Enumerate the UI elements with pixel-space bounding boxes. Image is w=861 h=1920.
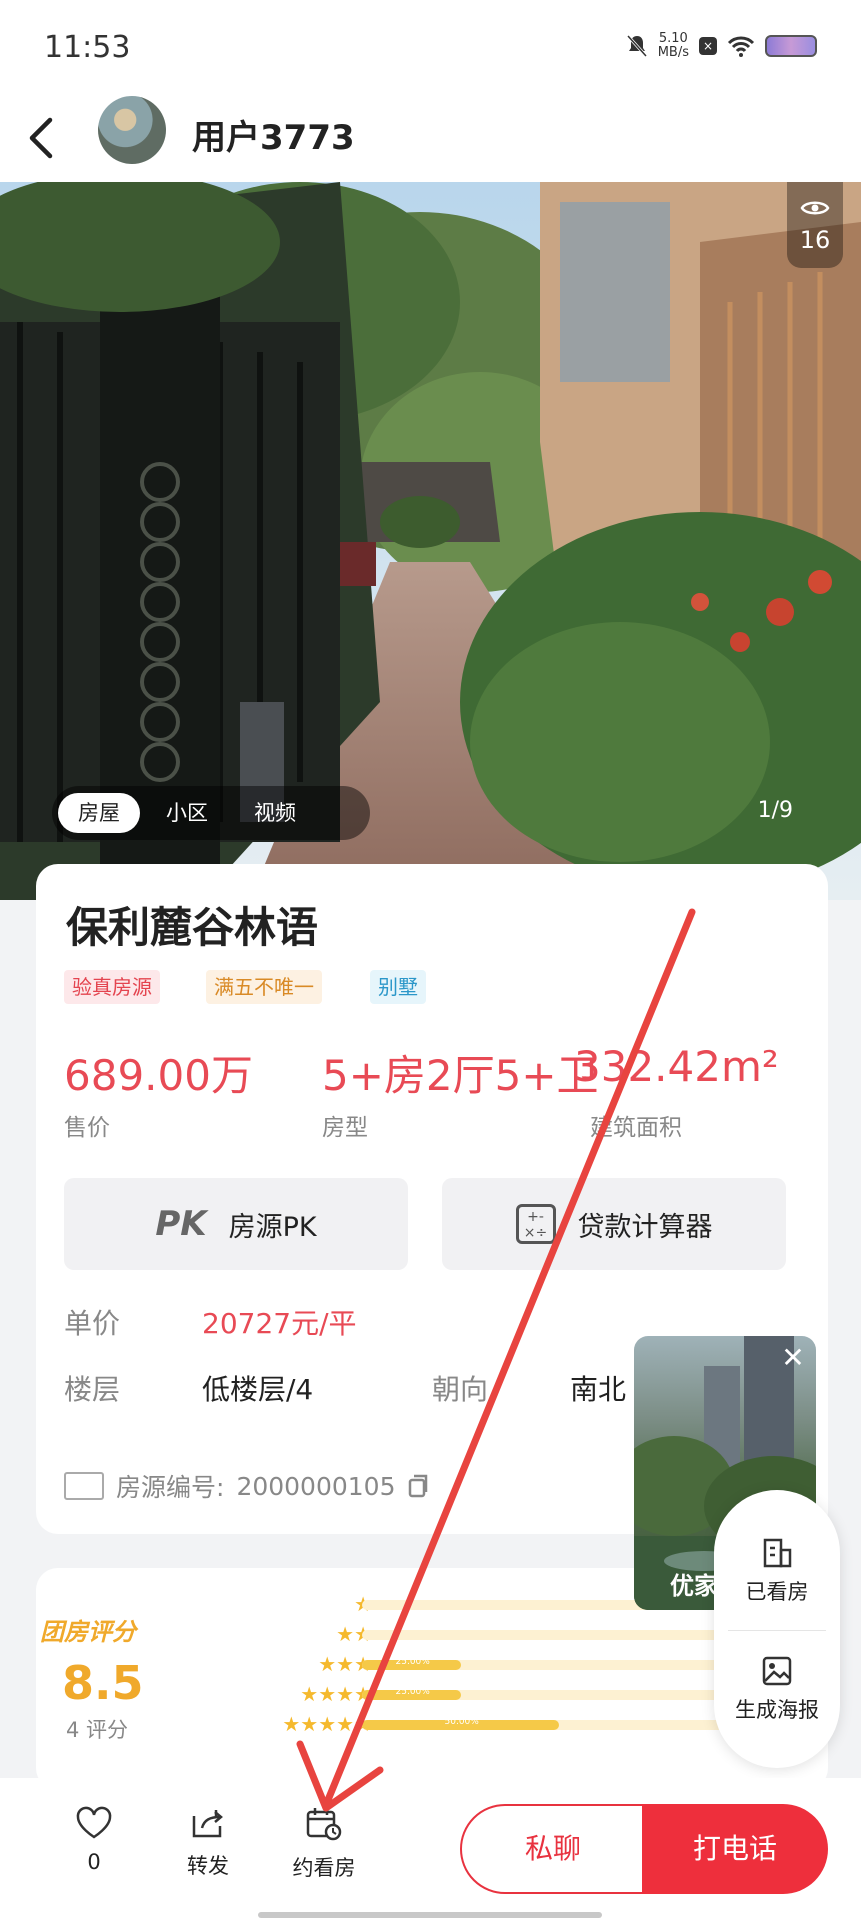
rating-title: 团房评分 [40,1618,136,1646]
tag-villa: 别墅 [370,970,426,1004]
header: 用户3773 [0,96,861,182]
avatar[interactable] [98,96,166,164]
schedule-viewing-button[interactable]: 约看房 [284,1806,364,1882]
call-button[interactable]: 打电话 [642,1804,828,1894]
area-label: 建筑面积 [590,1115,682,1141]
rating-score: 8.5 [62,1656,144,1710]
loan-calculator-label: 贷款计算器 [577,1211,713,1243]
calendar-clock-icon [306,1808,342,1841]
tab-community[interactable]: 小区 [146,793,228,833]
listing-id-value: 2000000105 [236,1471,396,1501]
building-icon [763,1538,792,1568]
rating-stars-3: ★★★ [318,1652,372,1676]
floor-value: 低楼层/4 [202,1373,314,1406]
floating-side-panel: 已看房 生成海报 [714,1490,840,1768]
tag-five-years: 满五不唯一 [206,970,322,1004]
viewed-houses-label: 已看房 [745,1580,809,1604]
listing-photo[interactable]: 16 房屋 小区 视频 1/9 [0,182,861,900]
unit-price-value: 20727元/平 [202,1307,357,1340]
mute-bell-icon [626,34,647,58]
wifi-icon [727,36,755,57]
layout-value: 5+房2厅5+卫 [322,1051,599,1100]
compare-button[interactable]: PK 房源PK [64,1178,408,1270]
home-indicator [258,1912,602,1918]
rating-count: 4 评分 [66,1718,129,1742]
status-icons: 5.10 MB/s × [626,32,817,60]
video-caption: 优家 [670,1572,718,1600]
price-value: 689.00万 [64,1051,253,1100]
net-speed: 5.10 MB/s [657,31,689,60]
copy-icon[interactable] [408,1474,430,1498]
photo-counter: 1/9 [757,798,793,823]
listing-id-row: 房源编号: 2000000105 [64,1468,430,1504]
compare-button-label: 房源PK [228,1211,317,1243]
notification-icon: × [699,37,717,55]
user-name[interactable]: 用户3773 [192,110,355,159]
schedule-viewing-label: 约看房 [292,1856,356,1880]
generate-poster-label: 生成海报 [735,1698,819,1722]
battery-icon [765,35,817,57]
layout-label: 房型 [322,1115,368,1141]
close-icon[interactable]: ✕ [776,1342,810,1376]
private-chat-button[interactable]: 私聊 [460,1804,646,1894]
loan-calculator-button[interactable]: +- ×÷ 贷款计算器 [442,1178,786,1270]
bottom-action-bar: 0 转发 约看房 私聊 打电话 [0,1778,861,1920]
share-button[interactable]: 转发 [180,1806,236,1880]
pk-icon: PK [155,1204,207,1244]
share-icon [192,1810,223,1838]
status-bar: 11:53 5.10 MB/s × [0,0,861,96]
back-arrow-icon [29,117,53,159]
favorite-count: 0 [87,1850,101,1874]
listing-id-label: 房源编号: [116,1473,225,1502]
status-time: 11:53 [44,30,131,65]
heart-icon [76,1806,112,1839]
rating-stars-1: ★ [176,1592,372,1616]
unit-price-label: 单价 [64,1307,121,1340]
viewed-houses-button[interactable]: 已看房 [714,1536,840,1606]
orientation-value: 南北 [570,1373,627,1406]
calculator-icon: +- ×÷ [515,1204,556,1244]
view-count: 16 [799,226,831,254]
tab-house[interactable]: 房屋 [58,793,140,833]
floor-label: 楼层 [64,1373,121,1406]
tag-verified: 验真房源 [64,970,160,1004]
rating-percent-label: 50.00% [444,1717,479,1727]
eye-icon [800,201,830,215]
favorite-button[interactable]: 0 [66,1806,122,1874]
price-label: 售价 [64,1115,110,1141]
side-divider [728,1630,826,1631]
area-value: 332.42m² [574,1042,779,1091]
orientation-label: 朝向 [432,1373,489,1406]
view-count-badge: 16 [787,182,843,268]
listing-title: 保利麓谷林语 [66,903,319,952]
image-icon [762,1656,792,1686]
rating-percent-label: 25.00% [395,1657,430,1667]
rating-stars-5: ★★★★★ [282,1712,372,1736]
rating-bar-5 [362,1720,756,1730]
rating-bar-2 [362,1630,756,1640]
generate-poster-button[interactable]: 生成海报 [714,1654,840,1724]
media-tabs: 房屋 小区 视频 [52,786,370,840]
back-button[interactable] [22,102,82,172]
share-label: 转发 [187,1854,229,1878]
tab-video[interactable]: 视频 [234,793,316,833]
rating-stars-2: ★★ [336,1622,372,1646]
rating-percent-label: 25.00% [395,1687,430,1697]
id-card-icon [64,1472,104,1500]
rating-stars-4: ★★★★ [300,1682,372,1706]
